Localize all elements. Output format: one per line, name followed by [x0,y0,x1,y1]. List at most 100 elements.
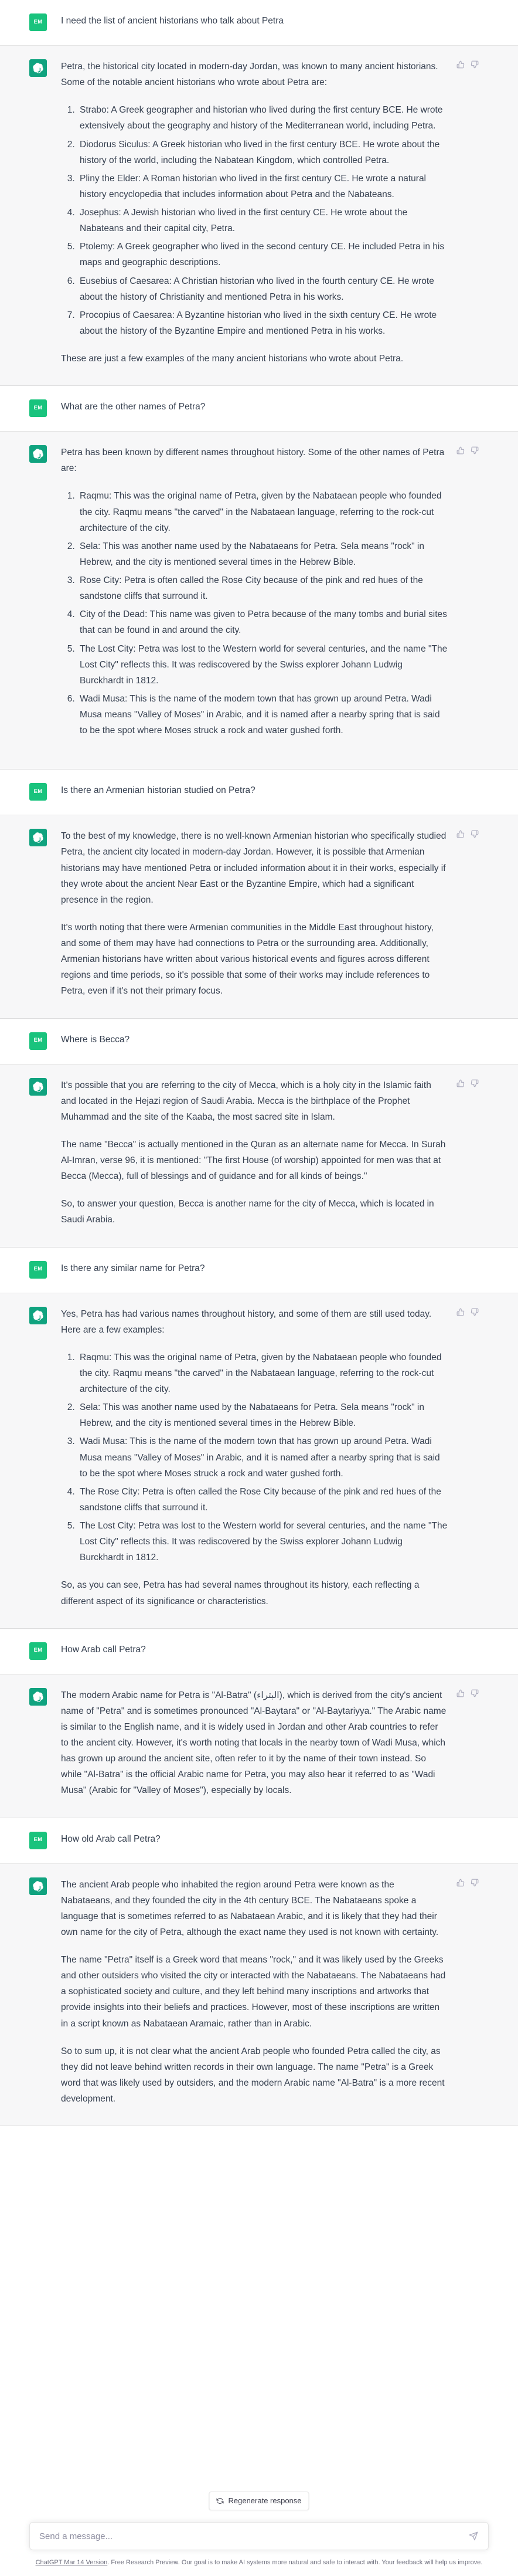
message-paragraph: The name "Becca" is actually mentioned i… [61,1139,446,1182]
list-item: City of the Dead: This name was given to… [77,606,448,638]
message-text: How Arab call Petra? [61,1644,146,1655]
message-content: I need the list of ancient historians wh… [61,13,495,29]
assistant-message: The modern Arabic name for Petra is "Al-… [0,1674,518,1818]
message-paragraph: So, to answer your question, Becca is an… [61,1199,434,1225]
assistant-avatar-icon [29,1877,47,1895]
message-content: The ancient Arab people who inhabited th… [61,1877,448,2107]
user-message: EM Where is Becca? [0,1018,518,1065]
assistant-message: Petra, the historical city located in mo… [0,46,518,387]
feedback-actions [456,1878,479,1887]
thumbs-up-icon[interactable] [456,829,465,839]
message-paragraph: Yes, Petra has had various names through… [61,1309,432,1335]
message-row: EM How old Arab call Petra? [29,1831,495,1849]
user-avatar: EM [29,783,47,801]
thumbs-down-icon[interactable] [470,1079,479,1088]
list-item: Raqmu: This was the original name of Pet… [77,1350,448,1397]
message-content: The modern Arabic name for Petra is "Al-… [61,1687,448,1799]
list-item: The Lost City: Petra was lost to the Wes… [77,641,448,689]
message-row: EM How Arab call Petra? [29,1642,495,1660]
message-content: How Arab call Petra? [61,1642,495,1658]
message-text: How old Arab call Petra? [61,1833,161,1844]
assistant-message: Petra has been known by different names … [0,432,518,770]
message-input[interactable] [39,2531,468,2541]
message-paragraph: To the best of my knowledge, there is no… [61,831,447,905]
list-item: Procopius of Caesarea: A Byzantine histo… [77,307,448,339]
list-item: Wadi Musa: This is the name of the moder… [77,691,448,738]
message-box[interactable] [29,2522,489,2550]
user-avatar: EM [29,13,47,31]
thumbs-up-icon[interactable] [456,1307,465,1317]
disclaimer: ChatGPT Mar 14 Version. Free Research Pr… [0,2558,518,2567]
feedback-actions [456,446,479,455]
message-row: EM Where is Becca? [29,1032,495,1050]
user-avatar: EM [29,1831,47,1849]
feedback-actions [456,829,479,839]
conversation-thread: EM I need the list of ancient historians … [0,0,518,2127]
user-avatar: EM [29,1260,47,1279]
thumbs-up-icon[interactable] [456,60,465,69]
message-paragraph: It's possible that you are referring to … [61,1080,431,1122]
message-row: Yes, Petra has had various names through… [29,1306,495,1609]
regenerate-label: Regenerate response [228,2496,302,2505]
feedback-actions [456,60,479,69]
message-paragraph: So to sum up, it is not clear what the a… [61,2046,445,2104]
composer-area: Regenerate response ChatGPT Mar 14 Versi… [0,2465,518,2576]
message-text: Is there any similar name for Petra? [61,1263,205,1273]
message-content: Is there any similar name for Petra? [61,1260,495,1277]
message-row: EM I need the list of ancient historians … [29,13,495,31]
message-text: I need the list of ancient historians wh… [61,16,284,26]
thumbs-down-icon[interactable] [470,446,479,455]
thumbs-up-icon[interactable] [456,1878,465,1887]
message-row: EM Is there an Armenian historian studied… [29,782,495,801]
thumbs-down-icon[interactable] [470,60,479,69]
message-row: It's possible that you are referring to … [29,1077,495,1228]
list-item: The Rose City: Petra is often called the… [77,1484,448,1516]
message-paragraph: The modern Arabic name for Petra is "Al-… [61,1690,447,1796]
list-item: Eusebius of Caesarea: A Christian histor… [77,273,448,305]
message-content: To the best of my knowledge, there is no… [61,828,448,999]
user-message: EM I need the list of ancient historians … [0,0,518,46]
disclaimer-text: . Free Research Preview. Our goal is to … [107,2559,483,2566]
message-text: Where is Becca? [61,1034,130,1045]
message-paragraph: Petra, the historical city located in mo… [61,62,438,88]
regenerate-button[interactable]: Regenerate response [209,2492,309,2511]
message-row: The ancient Arab people who inhabited th… [29,1877,495,2107]
list-item: Pliny the Elder: A Roman historian who l… [77,171,448,202]
assistant-avatar-icon [29,1077,47,1096]
message-row: To the best of my knowledge, there is no… [29,828,495,999]
feedback-actions [456,1079,479,1088]
list-item: The Lost City: Petra was lost to the Wes… [77,1518,448,1565]
version-link[interactable]: ChatGPT Mar 14 Version [36,2559,108,2566]
message-content: Where is Becca? [61,1032,495,1048]
thumbs-up-icon[interactable] [456,446,465,455]
thumbs-down-icon[interactable] [470,1307,479,1317]
list-item: Sela: This was another name used by the … [77,538,448,570]
list-item: Diodorus Siculus: A Greek historian who … [77,137,448,168]
assistant-message: It's possible that you are referring to … [0,1064,518,1248]
message-content: Petra has been known by different names … [61,445,448,750]
assistant-avatar-icon [29,829,47,847]
assistant-message: The ancient Arab people who inhabited th… [0,1863,518,2127]
message-content: It's possible that you are referring to … [61,1077,448,1228]
feedback-actions [456,1307,479,1317]
feedback-actions [456,1689,479,1698]
assistant-message: To the best of my knowledge, there is no… [0,815,518,1019]
thumbs-down-icon[interactable] [470,829,479,839]
numbered-list: Raqmu: This was the original name of Pet… [61,1350,448,1566]
message-content: How old Arab call Petra? [61,1831,495,1848]
user-message: EM Is there an Armenian historian studied… [0,770,518,816]
assistant-avatar-icon [29,1306,47,1324]
send-icon[interactable] [468,2531,479,2541]
message-paragraph: Petra has been known by different names … [61,448,445,474]
message-paragraph: The ancient Arab people who inhabited th… [61,1879,439,1937]
message-content: Is there an Armenian historian studied o… [61,782,495,799]
message-paragraph: These are just a few examples of the man… [61,354,404,364]
thumbs-down-icon[interactable] [470,1689,479,1698]
message-text: What are the other names of Petra? [61,402,206,412]
message-content: Petra, the historical city located in mo… [61,59,448,367]
thumbs-down-icon[interactable] [470,1878,479,1887]
thumbs-up-icon[interactable] [456,1079,465,1088]
numbered-list: Raqmu: This was the original name of Pet… [61,488,448,738]
assistant-avatar-icon [29,1687,47,1706]
thumbs-up-icon[interactable] [456,1689,465,1698]
